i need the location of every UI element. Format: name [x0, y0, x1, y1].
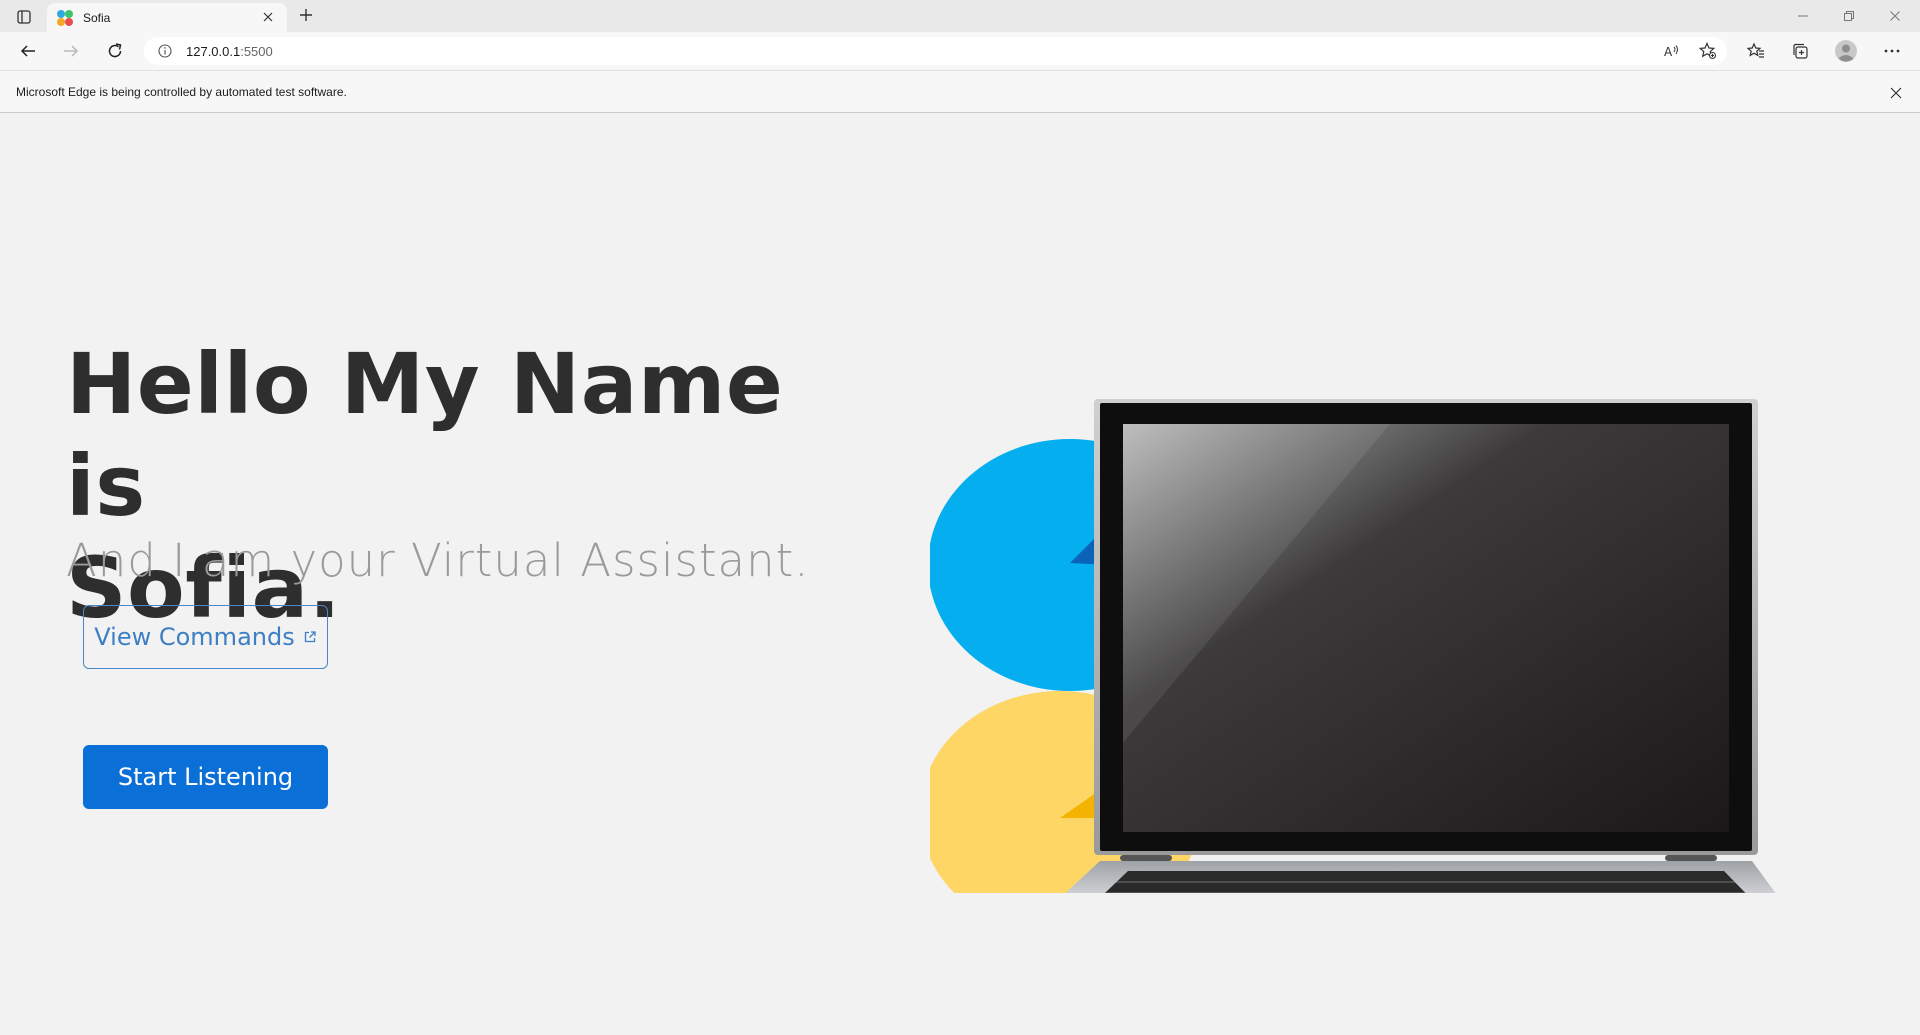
collections-icon[interactable] — [1784, 37, 1816, 65]
favicon-icon — [57, 9, 73, 26]
plus-icon[interactable] — [294, 4, 318, 28]
profile-icon[interactable] — [1830, 37, 1862, 65]
address-host: 127.0.0.1 — [186, 43, 241, 59]
page-content: Hello My Name is Sofia. And I am your Vi… — [0, 113, 1920, 1035]
more-icon[interactable] — [1876, 37, 1908, 65]
browser-tab[interactable]: Sofia — [47, 3, 287, 32]
add-favorite-icon[interactable] — [1694, 37, 1722, 65]
back-icon[interactable] — [13, 37, 43, 65]
close-icon[interactable] — [1886, 83, 1906, 103]
refresh-icon[interactable] — [100, 37, 130, 65]
start-listening-button[interactable]: Start Listening — [83, 745, 328, 809]
external-link-icon — [303, 630, 317, 644]
browser-toolbar: 127.0.0.1:5500 A — [0, 32, 1920, 70]
close-window-icon[interactable] — [1872, 4, 1918, 28]
laptop-icon — [1065, 399, 1776, 893]
close-icon[interactable] — [259, 9, 277, 26]
address-bar[interactable]: 127.0.0.1:5500 — [144, 37, 1727, 65]
forward-icon — [56, 37, 86, 65]
minimize-icon[interactable] — [1780, 4, 1826, 28]
address-port: :5500 — [240, 43, 273, 59]
automation-infobar: Microsoft Edge is being controlled by au… — [0, 70, 1920, 113]
hero-subtitle: And I am your Virtual Assistant. — [66, 534, 810, 587]
start-listening-label: Start Listening — [117, 763, 294, 791]
laptop-illustration — [930, 399, 1776, 893]
tab-title: Sofia — [83, 10, 111, 25]
tab-actions-icon[interactable] — [10, 6, 38, 28]
hero-title-line1: Hello My Name is — [66, 335, 784, 535]
view-commands-button[interactable]: View Commands — [83, 605, 328, 669]
restore-icon[interactable] — [1826, 4, 1872, 28]
info-icon[interactable] — [158, 44, 172, 58]
read-aloud-icon[interactable]: A — [1658, 37, 1686, 65]
hero-title: Hello My Name is Sofia. — [66, 333, 866, 639]
tab-strip: Sofia — [0, 0, 1920, 32]
svg-text:A: A — [1664, 45, 1673, 58]
infobar-message: Microsoft Edge is being controlled by au… — [16, 84, 347, 99]
view-commands-label: View Commands — [94, 623, 295, 651]
address-text[interactable]: 127.0.0.1:5500 — [186, 44, 273, 59]
favorites-icon[interactable] — [1740, 37, 1772, 65]
